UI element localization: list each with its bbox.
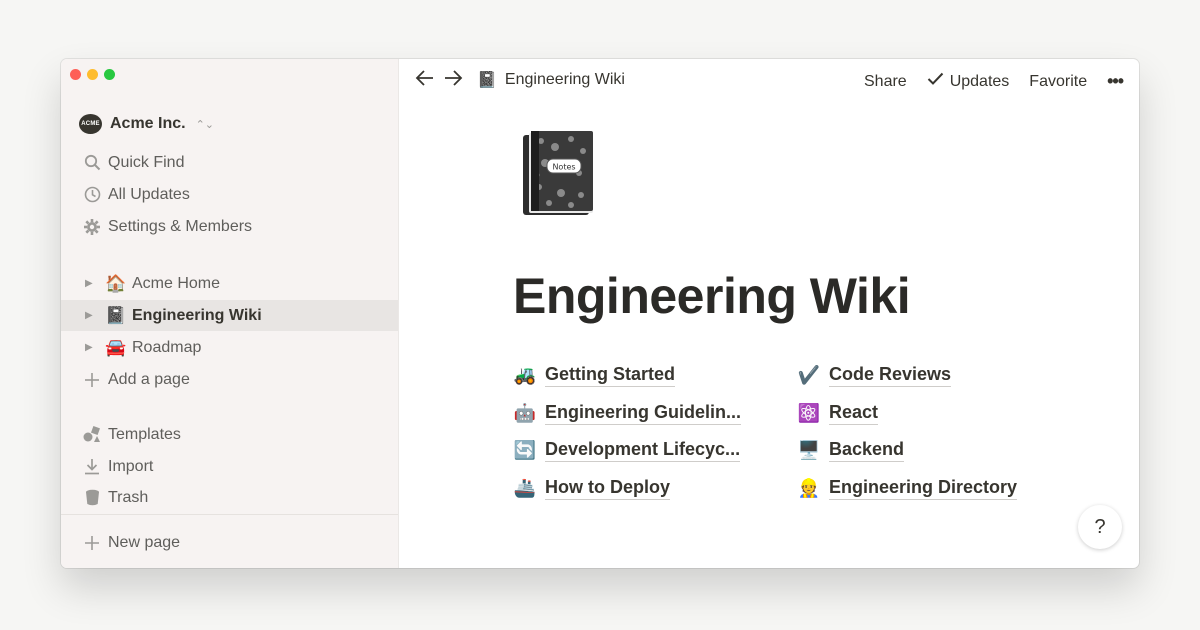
computer-icon: 🖥️: [797, 440, 821, 460]
link-getting-started[interactable]: 🚜 Getting Started: [511, 364, 676, 387]
sidebar-item-label: Settings & Members: [108, 217, 253, 235]
link-text: Engineering Directory: [829, 477, 1018, 500]
sidebar-item-settings[interactable]: Settings & Members: [61, 211, 398, 242]
sidebar-item-label: Quick Find: [108, 153, 185, 171]
link-text: Code Reviews: [829, 364, 952, 387]
checkmark-icon: ✔️: [797, 365, 821, 385]
expand-arrow-icon[interactable]: ▶: [85, 310, 97, 321]
worker-icon: 👷: [797, 478, 821, 498]
sidebar-item-all-updates[interactable]: All Updates: [61, 179, 398, 210]
minimize-window-button[interactable]: [87, 69, 98, 80]
car-icon: 🚘: [105, 337, 127, 357]
plus-icon: [79, 372, 105, 388]
sidebar-item-engineering-wiki[interactable]: ▶ 📓 Engineering Wiki: [61, 300, 398, 331]
ship-icon: 🚢: [513, 478, 537, 498]
expand-arrow-icon[interactable]: ▶: [85, 342, 97, 353]
download-icon: [79, 458, 105, 475]
link-text: How to Deploy: [545, 477, 670, 500]
link-engineering-directory[interactable]: 👷 Engineering Directory: [795, 477, 1018, 500]
add-page-button[interactable]: Add a page: [61, 364, 398, 395]
link-engineering-guidelines[interactable]: 🤖 Engineering Guidelin...: [511, 402, 742, 425]
expand-arrow-icon[interactable]: ▶: [85, 278, 97, 289]
page-icon-notebook[interactable]: Notes: [521, 129, 597, 226]
link-react[interactable]: ⚛️ React: [795, 402, 879, 425]
sidebar-divider: [61, 514, 398, 515]
share-button[interactable]: Share: [864, 73, 907, 91]
link-text: Getting Started: [545, 364, 676, 387]
sidebar: ACME Acme Inc. ⌃⌄ Quick Find All Updates…: [61, 59, 399, 568]
templates-icon: [79, 426, 105, 443]
close-window-button[interactable]: [70, 69, 81, 80]
link-text: Development Lifecyc...: [545, 439, 741, 462]
link-text: React: [829, 402, 879, 425]
link-text: Backend: [829, 439, 905, 462]
link-code-reviews[interactable]: ✔️ Code Reviews: [795, 364, 952, 387]
help-button[interactable]: ?: [1078, 505, 1122, 549]
forward-arrow-icon[interactable]: [443, 68, 463, 94]
trash-icon: [79, 489, 105, 506]
main-content: 📓 Engineering Wiki Share Updates Favorit…: [399, 59, 1139, 568]
sidebar-item-label: Templates: [108, 425, 181, 443]
refresh-icon: 🔄: [513, 440, 537, 460]
house-icon: 🏠: [105, 273, 127, 293]
page-title[interactable]: Engineering Wiki: [513, 267, 911, 325]
more-options-icon[interactable]: •••: [1107, 71, 1124, 92]
atom-icon: ⚛️: [797, 403, 821, 423]
app-window: ACME Acme Inc. ⌃⌄ Quick Find All Updates…: [61, 59, 1139, 568]
chevron-updown-icon: ⌃⌄: [195, 118, 215, 131]
sidebar-item-label: Acme Home: [132, 274, 221, 292]
link-backend[interactable]: 🖥️ Backend: [795, 439, 905, 462]
sidebar-item-label: Trash: [108, 488, 149, 506]
topbar: 📓 Engineering Wiki Share Updates Favorit…: [399, 59, 1139, 103]
workspace-logo: ACME: [79, 114, 102, 134]
new-page-button[interactable]: New page: [61, 527, 398, 558]
link-text: Engineering Guidelin...: [545, 402, 742, 425]
window-controls: [70, 69, 115, 80]
robot-icon: 🤖: [513, 403, 537, 423]
favorite-button[interactable]: Favorite: [1029, 73, 1087, 91]
sidebar-item-label: Roadmap: [132, 338, 202, 356]
plus-icon: [79, 535, 105, 551]
link-development-lifecycle[interactable]: 🔄 Development Lifecyc...: [511, 439, 741, 462]
topbar-actions: Share Updates Favorite •••: [864, 71, 1124, 92]
notebook-icon: 📓: [105, 305, 127, 325]
search-icon: [79, 154, 105, 171]
maximize-window-button[interactable]: [104, 69, 115, 80]
sidebar-item-label: Engineering Wiki: [132, 306, 262, 324]
updates-label: Updates: [949, 72, 1010, 90]
sidebar-item-acme-home[interactable]: ▶ 🏠 Acme Home: [61, 268, 398, 299]
checkmark-icon: [927, 72, 944, 91]
sidebar-item-trash[interactable]: Trash: [61, 482, 398, 513]
tractor-icon: 🚜: [513, 365, 537, 385]
sidebar-item-quick-find[interactable]: Quick Find: [61, 147, 398, 178]
notebook-icon: 📓: [477, 72, 497, 89]
sidebar-item-roadmap[interactable]: ▶ 🚘 Roadmap: [61, 332, 398, 363]
workspace-switcher[interactable]: ACME Acme Inc. ⌃⌄: [79, 114, 214, 134]
back-arrow-icon[interactable]: [415, 68, 435, 94]
gear-icon: [79, 218, 105, 236]
sidebar-item-import[interactable]: Import: [61, 451, 398, 482]
sidebar-item-label: Import: [108, 457, 154, 475]
clock-icon: [79, 186, 105, 203]
add-page-label: Add a page: [108, 370, 190, 388]
breadcrumb[interactable]: 📓 Engineering Wiki: [477, 70, 625, 90]
sidebar-item-label: All Updates: [108, 185, 190, 203]
notebook-label: Notes: [552, 163, 575, 172]
new-page-label: New page: [108, 533, 181, 551]
breadcrumb-title: Engineering Wiki: [504, 71, 625, 88]
sidebar-item-templates[interactable]: Templates: [61, 419, 398, 450]
workspace-name: Acme Inc.: [110, 115, 186, 132]
updates-button[interactable]: Updates: [927, 72, 1010, 91]
link-how-to-deploy[interactable]: 🚢 How to Deploy: [511, 477, 670, 500]
